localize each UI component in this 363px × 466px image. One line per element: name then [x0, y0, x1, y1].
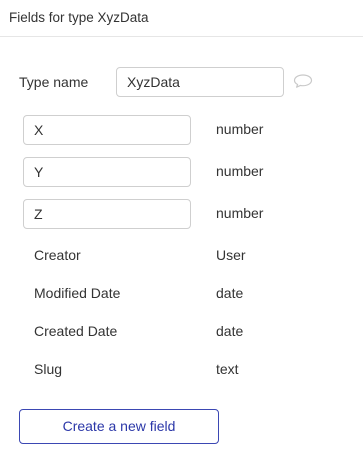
builtin-field-type: User: [216, 247, 246, 263]
panel-title: Fields for type XyzData: [9, 10, 149, 25]
type-name-label: Type name: [19, 74, 89, 90]
create-new-field-button[interactable]: Create a new field: [19, 409, 219, 444]
builtin-field-type: text: [216, 361, 239, 377]
field-row-z: number: [23, 199, 323, 229]
field-row-y: number: [23, 157, 323, 187]
builtin-field-row-modified-date: Modified Date date: [23, 279, 323, 309]
comment-bubble-icon[interactable]: [293, 73, 313, 89]
type-name-input[interactable]: [116, 67, 284, 97]
field-row-x: number: [23, 115, 323, 145]
builtin-field-name: Creator: [34, 247, 81, 263]
field-type: number: [216, 163, 264, 179]
builtin-field-name: Slug: [34, 361, 63, 377]
field-name-input[interactable]: [23, 199, 191, 229]
field-type: number: [216, 121, 264, 137]
builtin-field-name: Created Date: [34, 323, 118, 339]
field-name-input[interactable]: [23, 157, 191, 187]
builtin-field-type: date: [216, 323, 244, 339]
field-type: number: [216, 205, 264, 221]
builtin-field-row-created-date: Created Date date: [23, 317, 323, 347]
builtin-field-name: Modified Date: [34, 285, 121, 301]
builtin-field-row-creator: Creator User: [23, 241, 323, 271]
panel-header: Fields for type XyzData: [0, 0, 363, 37]
builtin-field-type: date: [216, 285, 244, 301]
field-name-input[interactable]: [23, 115, 191, 145]
builtin-field-row-slug: Slug text: [23, 355, 323, 385]
